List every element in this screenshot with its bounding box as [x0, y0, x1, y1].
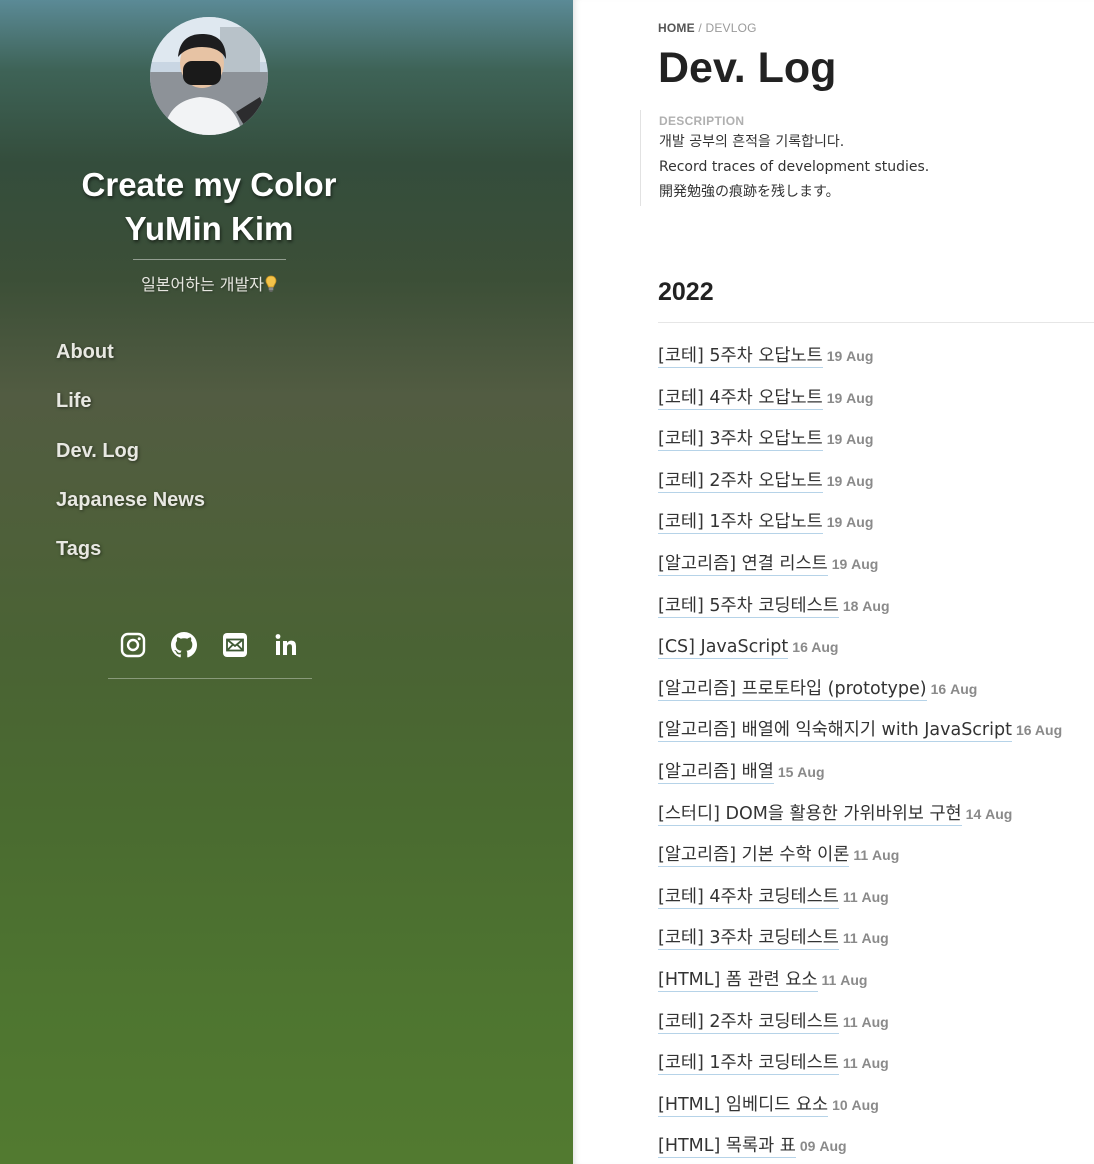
post-date: 11 Aug: [853, 847, 900, 864]
post-link[interactable]: [CS] JavaScript: [658, 637, 789, 660]
description-line-en: Record traces of development studies.: [659, 159, 930, 175]
description-box: DESCRIPTION 개발 공부의 흔적을 기록합니다. Record tra…: [640, 110, 929, 206]
post-date: 11 Aug: [842, 888, 889, 905]
post-link[interactable]: [알고리즘] 배열에 익숙해지기 with JavaScript: [658, 720, 1012, 743]
description-line-ko: 개발 공부의 흔적을 기록합니다.: [659, 134, 845, 150]
tagline: 일본어하는 개발자: [0, 275, 418, 298]
post-link[interactable]: [코테] 4주차 오답노트: [658, 387, 823, 410]
post-date: 19 Aug: [826, 348, 874, 364]
list-item: [알고리즘] 배열 15 Aug: [658, 759, 1062, 801]
post-date: 18 Aug: [842, 597, 890, 614]
post-link[interactable]: [알고리즘] 기본 수학 이론: [658, 845, 850, 868]
lightbulb-icon: [265, 275, 277, 298]
post-date: 11 Aug: [821, 971, 868, 988]
site-title-line-1[interactable]: Create my Color: [0, 163, 418, 207]
post-link[interactable]: [코테] 2주차 오답노트: [658, 470, 823, 493]
year-divider: [658, 322, 1094, 323]
post-date: 14 Aug: [965, 805, 1013, 822]
list-item: [코테] 1주차 코딩테스트 11 Aug: [658, 1050, 1062, 1092]
breadcrumb-home[interactable]: HOME: [658, 21, 695, 35]
post-date: 16 Aug: [1015, 722, 1063, 739]
list-item: [코테] 3주차 오답노트 19 Aug: [658, 426, 1062, 468]
post-link[interactable]: [코테] 1주차 코딩테스트: [658, 1053, 839, 1076]
list-item: [코테] 2주차 코딩테스트 11 Aug: [658, 1009, 1062, 1051]
post-date: 15 Aug: [777, 763, 825, 780]
github-icon[interactable]: [171, 632, 197, 658]
nav-item-life[interactable]: Life: [56, 389, 205, 438]
post-date: 09 Aug: [799, 1138, 847, 1155]
post-date: 10 Aug: [832, 1096, 879, 1113]
list-item: [CS] JavaScript 16 Aug: [658, 634, 1062, 676]
post-date: 16 Aug: [792, 639, 839, 656]
description-line-ja: 開発勉強の痕跡を残します。: [659, 184, 840, 200]
mail-icon[interactable]: [222, 632, 248, 658]
year-heading: 2022: [658, 278, 714, 306]
site-title-line-2[interactable]: YuMin Kim: [0, 207, 418, 251]
post-link[interactable]: [코테] 5주차 코딩테스트: [658, 595, 839, 618]
post-link[interactable]: [코테] 1주차 오답노트: [658, 512, 823, 535]
sidebar: Create my Color YuMin Kim 일본어하는 개발자 Abou…: [0, 0, 573, 1164]
list-item: [HTML] 목록과 표 09 Aug: [658, 1133, 1062, 1164]
post-date: 16 Aug: [930, 680, 978, 697]
post-date: 11 Aug: [842, 1013, 889, 1030]
list-item: [알고리즘] 기본 수학 이론 11 Aug: [658, 842, 1062, 884]
post-link[interactable]: [코테] 3주차 코딩테스트: [658, 928, 839, 951]
list-item: [코테] 5주차 오답노트 19 Aug: [658, 343, 1062, 385]
main-content: HOME / DEVLOG Dev. Log DESCRIPTION 개발 공부…: [573, 0, 1094, 1164]
nav-item-dev-log[interactable]: Dev. Log: [56, 439, 205, 488]
list-item: [코테] 2주차 오답노트 19 Aug: [658, 468, 1062, 510]
post-link[interactable]: [코테] 2주차 코딩테스트: [658, 1011, 839, 1034]
post-link[interactable]: [알고리즘] 프로토타입 (prototype): [658, 678, 927, 701]
post-date: 11 Aug: [842, 930, 889, 947]
instagram-icon[interactable]: [120, 632, 146, 658]
nav-item-tags[interactable]: Tags: [56, 537, 205, 586]
list-item: [코테] 1주차 오답노트 19 Aug: [658, 509, 1062, 551]
avatar[interactable]: [150, 17, 268, 135]
list-item: [HTML] 임베디드 요소 10 Aug: [658, 1092, 1062, 1134]
sidebar-nav: About Life Dev. Log Japanese News Tags: [56, 340, 205, 586]
post-link[interactable]: [코테] 3주차 오답노트: [658, 429, 823, 452]
post-link[interactable]: [알고리즘] 배열: [658, 761, 774, 784]
post-link[interactable]: [HTML] 목록과 표: [658, 1136, 796, 1159]
list-item: [알고리즘] 배열에 익숙해지기 with JavaScript 16 Aug: [658, 717, 1062, 759]
list-item: [코테] 5주차 코딩테스트 18 Aug: [658, 593, 1062, 635]
list-item: [HTML] 폼 관련 요소 11 Aug: [658, 967, 1062, 1009]
post-date: 19 Aug: [831, 555, 879, 572]
post-link[interactable]: [코테] 4주차 코딩테스트: [658, 886, 839, 909]
breadcrumb: HOME / DEVLOG: [658, 20, 757, 36]
list-item: [알고리즘] 프로토타입 (prototype) 16 Aug: [658, 676, 1062, 718]
nav-item-japanese-news[interactable]: Japanese News: [56, 488, 205, 537]
post-link[interactable]: [스터디] DOM을 활용한 가위바위보 구현: [658, 803, 962, 826]
post-list: [코테] 5주차 오답노트 19 Aug [코테] 4주차 오답노트 19 Aug …: [658, 343, 1062, 1164]
post-date: 19 Aug: [826, 431, 874, 448]
breadcrumb-current: DEVLOG: [705, 21, 757, 35]
social-divider: [108, 678, 312, 679]
title-divider: [133, 259, 286, 260]
list-item: [코테] 3주차 코딩테스트 11 Aug: [658, 925, 1062, 967]
post-date: 19 Aug: [826, 389, 874, 406]
post-link[interactable]: [HTML] 임베디드 요소: [658, 1094, 829, 1117]
nav-item-about[interactable]: About: [56, 340, 205, 389]
page-title: Dev. Log: [658, 44, 837, 92]
list-item: [알고리즘] 연결 리스트 19 Aug: [658, 551, 1062, 593]
breadcrumb-separator: /: [698, 21, 702, 35]
tagline-text: 일본어하는 개발자: [141, 275, 264, 294]
linkedin-icon[interactable]: [273, 632, 299, 658]
description-label: DESCRIPTION: [659, 114, 745, 128]
list-item: [코테] 4주차 코딩테스트 11 Aug: [658, 884, 1062, 926]
post-link[interactable]: [코테] 5주차 오답노트: [658, 346, 823, 368]
list-item: [코테] 4주차 오답노트 19 Aug: [658, 385, 1062, 427]
post-link[interactable]: [HTML] 폼 관련 요소: [658, 969, 818, 992]
post-date: 19 Aug: [826, 514, 874, 531]
post-date: 19 Aug: [826, 472, 874, 489]
list-item: [스터디] DOM을 활용한 가위바위보 구현 14 Aug: [658, 801, 1062, 843]
post-link[interactable]: [알고리즘] 연결 리스트: [658, 553, 828, 576]
social-links: [120, 632, 299, 658]
post-date: 11 Aug: [842, 1055, 889, 1072]
